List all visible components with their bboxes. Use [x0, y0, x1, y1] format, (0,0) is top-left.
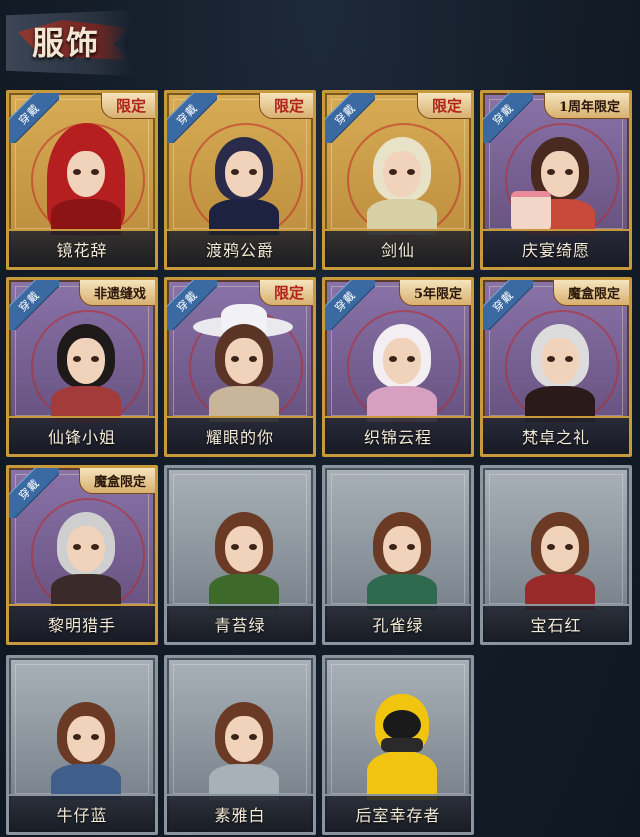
equipped-badge: 穿戴 — [167, 280, 217, 330]
equipped-badge: 穿戴 — [9, 280, 59, 330]
card-name-bar: 黎明猎手 — [9, 604, 155, 642]
costume-card[interactable]: 牛仔蓝 — [6, 655, 158, 835]
costume-card[interactable]: 青苔绿 — [164, 465, 316, 645]
card-name-bar: 青苔绿 — [167, 604, 313, 642]
costume-card[interactable]: 后室幸存者 — [322, 655, 474, 835]
limited-tag: 5年限定 — [398, 280, 471, 306]
equipped-badge: 穿戴 — [483, 93, 533, 143]
equipped-badge: 穿戴 — [483, 280, 533, 330]
portrait-girl-blue-icon — [45, 686, 125, 800]
costume-name: 耀眼的你 — [205, 428, 274, 447]
card-name-bar: 庆宴绮愿 — [483, 229, 629, 267]
limited-tag-label: 非遗缝戏 — [93, 286, 146, 302]
costume-card[interactable]: 宝石红 — [480, 465, 632, 645]
equipped-label: 穿戴 — [16, 288, 43, 315]
equipped-label: 穿戴 — [16, 101, 43, 128]
equipped-label: 穿戴 — [174, 288, 201, 315]
limited-tag-label: 5年限定 — [413, 286, 462, 302]
equipped-badge: 穿戴 — [325, 93, 375, 143]
equipped-badge: 穿戴 — [9, 468, 59, 518]
section-title: 服饰 — [32, 24, 101, 62]
limited-tag-label: 魔盒限定 — [93, 474, 146, 490]
costume-name: 牛仔蓝 — [56, 806, 108, 825]
limited-tag-label: 限定 — [273, 283, 304, 302]
costume-name: 渡鸦公爵 — [205, 241, 274, 260]
portrait-girl-white-icon — [203, 686, 283, 800]
costume-card[interactable]: 穿戴 魔盒限定梵卓之礼 — [480, 277, 632, 457]
costume-name: 仙锋小姐 — [47, 428, 116, 447]
costume-card[interactable]: 素雅白 — [164, 655, 316, 835]
costume-name: 孔雀绿 — [372, 616, 424, 635]
costume-card[interactable]: 穿戴 非遗缝戏仙锋小姐 — [6, 277, 158, 457]
costume-name: 后室幸存者 — [355, 806, 441, 825]
card-name-bar: 后室幸存者 — [325, 794, 471, 832]
equipped-badge: 穿戴 — [325, 280, 375, 330]
costume-name: 庆宴绮愿 — [521, 241, 590, 260]
card-name-bar: 镜花辞 — [9, 229, 155, 267]
limited-tag: 1周年限定 — [543, 93, 629, 119]
equipped-label: 穿戴 — [332, 288, 359, 315]
costume-card[interactable]: 穿戴 限定耀眼的你 — [164, 277, 316, 457]
costume-card[interactable]: 穿戴 限定镜花辞 — [6, 90, 158, 270]
portrait-hazmat-survivor-icon — [361, 686, 441, 800]
costume-name: 黎明猎手 — [47, 616, 116, 635]
costume-card[interactable]: 穿戴 魔盒限定黎明猎手 — [6, 465, 158, 645]
costume-name: 镜花辞 — [56, 241, 108, 260]
card-name-bar: 梵卓之礼 — [483, 416, 629, 454]
equipped-label: 穿戴 — [174, 101, 201, 128]
portrait-girl-teal-icon — [361, 496, 441, 610]
equipped-badge: 穿戴 — [167, 93, 217, 143]
costume-card[interactable]: 孔雀绿 — [322, 465, 474, 645]
limited-tag: 魔盒限定 — [552, 280, 629, 306]
costume-card[interactable]: 穿戴 限定渡鸦公爵 — [164, 90, 316, 270]
limited-tag-label: 1周年限定 — [558, 99, 620, 115]
card-name-bar: 孔雀绿 — [325, 604, 471, 642]
card-name-bar: 素雅白 — [167, 794, 313, 832]
costume-name: 织锦云程 — [363, 428, 432, 447]
costume-card[interactable]: 穿戴 限定剑仙 — [322, 90, 474, 270]
card-name-bar: 牛仔蓝 — [9, 794, 155, 832]
limited-tag-label: 限定 — [273, 96, 304, 115]
card-name-bar: 剑仙 — [325, 229, 471, 267]
card-name-bar: 宝石红 — [483, 604, 629, 642]
limited-tag: 限定 — [100, 93, 155, 119]
equipped-badge: 穿戴 — [9, 93, 59, 143]
costume-name: 梵卓之礼 — [521, 428, 590, 447]
limited-tag-label: 限定 — [115, 96, 146, 115]
limited-tag: 魔盒限定 — [78, 468, 155, 494]
costume-name: 剑仙 — [380, 241, 415, 260]
limited-tag: 非遗缝戏 — [78, 280, 155, 306]
costume-name: 素雅白 — [214, 806, 266, 825]
card-name-bar: 仙锋小姐 — [9, 416, 155, 454]
limited-tag-label: 魔盒限定 — [567, 286, 620, 302]
card-name-bar: 渡鸦公爵 — [167, 229, 313, 267]
limited-tag: 限定 — [258, 93, 313, 119]
costume-name: 宝石红 — [530, 616, 582, 635]
portrait-girl-red-icon — [519, 496, 599, 610]
limited-tag: 限定 — [416, 93, 471, 119]
limited-tag: 限定 — [258, 280, 313, 306]
costume-name: 青苔绿 — [214, 616, 266, 635]
card-name-bar: 耀眼的你 — [167, 416, 313, 454]
equipped-label: 穿戴 — [332, 101, 359, 128]
card-name-bar: 织锦云程 — [325, 416, 471, 454]
equipped-label: 穿戴 — [490, 288, 517, 315]
costume-card[interactable]: 穿戴 5年限定织锦云程 — [322, 277, 474, 457]
costume-card[interactable]: 穿戴 1周年限定庆宴绮愿 — [480, 90, 632, 270]
portrait-girl-green-icon — [203, 496, 283, 610]
equipped-label: 穿戴 — [490, 101, 517, 128]
limited-tag-label: 限定 — [431, 96, 462, 115]
equipped-label: 穿戴 — [16, 476, 43, 503]
